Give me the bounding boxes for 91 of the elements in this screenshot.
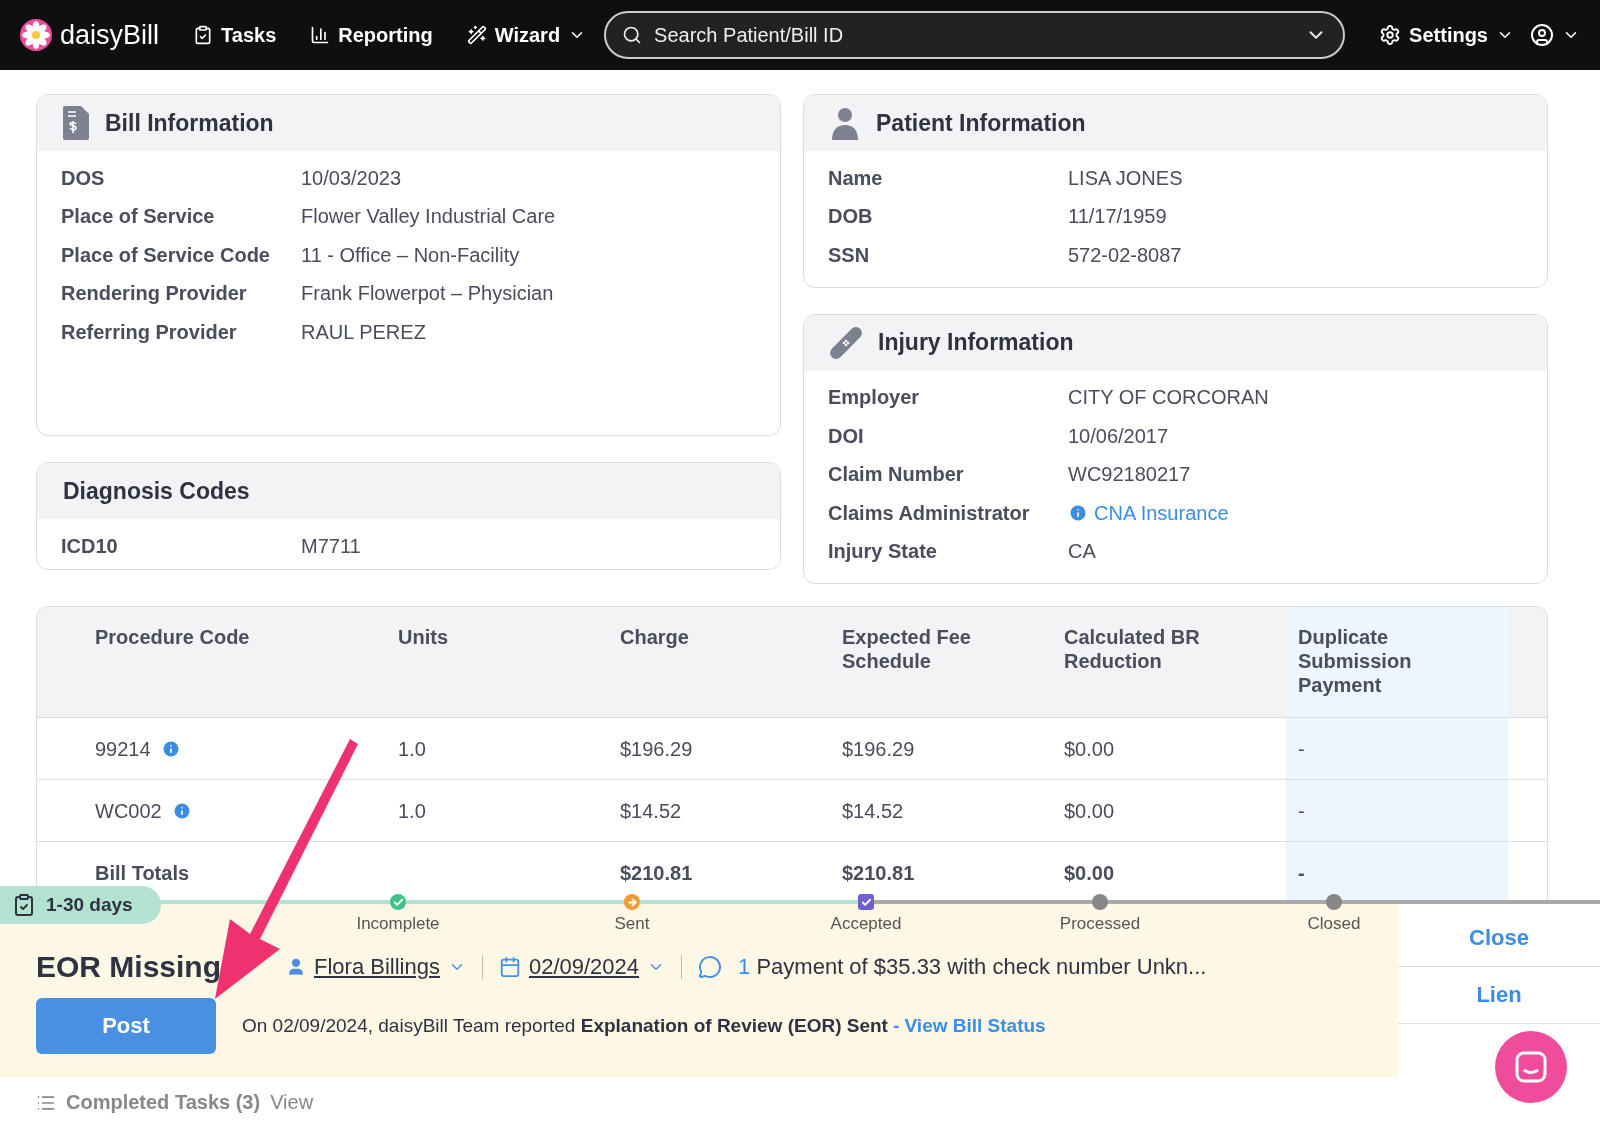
- column-header: Calculated BR Reduction: [1064, 625, 1201, 674]
- task-title: EOR Missing: [36, 950, 223, 984]
- daisy-icon: [20, 19, 52, 51]
- field-label: SSN: [828, 243, 871, 267]
- field-value: 572-02-8087: [1068, 243, 1183, 267]
- column-header: Expected Fee Schedule: [842, 625, 972, 674]
- search-field[interactable]: Search Patient/Bill ID: [604, 11, 1346, 59]
- field-value: LISA JONES: [1068, 166, 1184, 190]
- field-label: Claim Number: [828, 463, 965, 487]
- table-cell: -: [1298, 736, 1305, 761]
- field-label: DOI: [828, 424, 865, 448]
- field-value: CA: [1068, 540, 1097, 564]
- nav-item[interactable]: Reporting: [310, 23, 433, 47]
- person-icon: [830, 106, 860, 140]
- column-header: Charge: [620, 625, 690, 650]
- completed-tasks-label: Completed Tasks (3): [66, 1091, 261, 1114]
- task-message: On 02/09/2024, daisyBill Team reported Explanation of Review (EOR) Sent - View Bill Status: [242, 1015, 1046, 1037]
- step-label: Sent: [614, 914, 650, 934]
- table-cell: $196.29: [842, 736, 915, 761]
- field-label: DOS: [61, 166, 106, 190]
- table-cell: Bill Totals: [95, 860, 190, 885]
- table-cell: -: [1298, 860, 1305, 885]
- field-value: 10/06/2017: [1068, 424, 1170, 448]
- card-title: Patient Information: [876, 109, 1086, 137]
- chart-icon: [310, 25, 331, 45]
- field-label: Rendering Provider: [61, 282, 248, 306]
- table-cell: $0.00: [1064, 736, 1115, 761]
- step-label: Accepted: [830, 914, 902, 934]
- field-value: RAUL PEREZ: [301, 320, 427, 344]
- clipboard-icon: [12, 893, 36, 917]
- table-cell: $210.81: [620, 860, 693, 885]
- field-label: Referring Provider: [61, 320, 238, 344]
- step-label: Closed: [1307, 914, 1361, 934]
- field-value: WC92180217: [1068, 463, 1192, 487]
- step-label: Incomplete: [356, 914, 440, 934]
- clipboard-icon: [193, 25, 214, 45]
- table-cell: $0.00: [1064, 798, 1115, 823]
- comment-icon: [698, 955, 723, 979]
- chat-icon: [1514, 1050, 1548, 1084]
- field-value: CITY OF CORCORAN: [1068, 386, 1270, 410]
- settings-icon: [1379, 24, 1402, 46]
- field-value: 10/03/2023: [301, 166, 403, 190]
- field-label: Place of Service Code: [61, 243, 271, 267]
- logo[interactable]: daisyBill: [20, 19, 160, 51]
- settings-menu[interactable]: Settings: [1379, 23, 1514, 47]
- card-title: Diagnosis Codes: [63, 477, 250, 505]
- table-cell: $210.81: [842, 860, 915, 885]
- card-title: Bill Information: [105, 109, 274, 137]
- field-value: 11 - Office – Non-Facility: [301, 243, 521, 267]
- field-label: Claims Administrator: [828, 501, 1031, 525]
- field-label: Place of Service: [61, 205, 216, 229]
- user-icon: [286, 957, 306, 977]
- age-tag: 1-30 days: [0, 886, 161, 924]
- nav-item[interactable]: Tasks: [193, 23, 277, 47]
- table-cell: 1.0: [398, 736, 426, 761]
- field-label: Employer: [828, 386, 921, 410]
- field-label: ICD10: [61, 534, 119, 558]
- table-cell: $196.29: [620, 736, 693, 761]
- table-cell: 99214: [95, 736, 151, 761]
- field-value: 11/17/1959: [1068, 205, 1168, 229]
- assignee-picker[interactable]: Flora Billings: [286, 954, 466, 980]
- user-icon: [1530, 23, 1554, 47]
- info-icon: [1068, 503, 1088, 524]
- table-cell: $14.52: [842, 798, 904, 823]
- calendar-icon: [498, 956, 521, 978]
- info-icon: [160, 738, 181, 759]
- logo-text: daisyBill: [60, 19, 160, 51]
- field-value: M7711: [301, 534, 362, 558]
- field-value: Frank Flowerpot – Physician: [301, 282, 555, 306]
- info-icon: [171, 800, 192, 821]
- field-label: Name: [828, 166, 884, 190]
- field-label: Injury State: [828, 540, 938, 564]
- card-title: Injury Information: [878, 329, 1074, 356]
- view-link[interactable]: View: [270, 1091, 314, 1114]
- table-cell: WC002: [95, 798, 162, 823]
- nav-item[interactable]: Wizard: [466, 23, 587, 47]
- document-dollar-icon: [63, 106, 89, 140]
- table-cell: $0.00: [1064, 860, 1115, 885]
- wand-icon: [466, 25, 487, 45]
- search-icon: [622, 25, 643, 45]
- date-picker[interactable]: 02/09/2024: [498, 954, 666, 980]
- field-label: DOB: [828, 205, 874, 229]
- column-header: Procedure Code: [95, 625, 251, 650]
- column-header: Units: [398, 625, 449, 650]
- table-cell: 1.0: [398, 798, 426, 823]
- comment-text: 1 Payment of $35.33 with check number Unkn...: [738, 954, 1207, 980]
- step-label: Processed: [1059, 914, 1141, 934]
- field-value: Flower Valley Industrial Care: [301, 205, 557, 229]
- table-cell: -: [1298, 798, 1305, 823]
- column-header: Duplicate Submission Payment: [1286, 607, 1508, 717]
- table-cell: $14.52: [620, 798, 682, 823]
